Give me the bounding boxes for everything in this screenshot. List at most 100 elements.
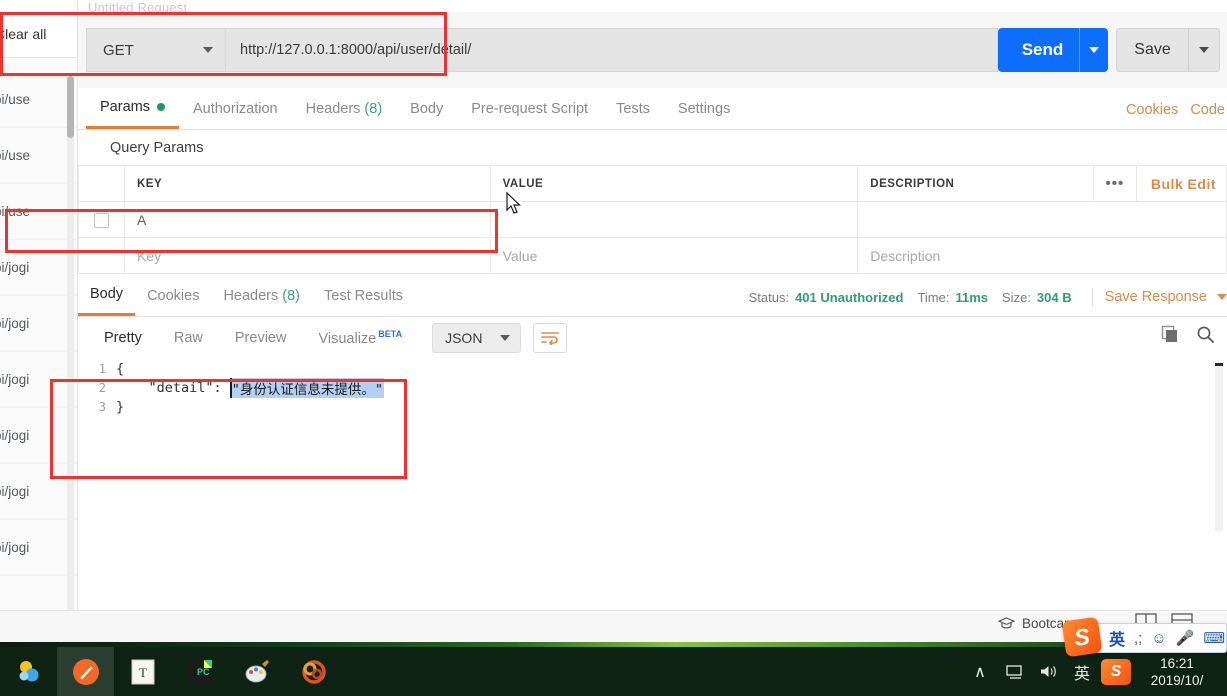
view-tab-preview[interactable]: Preview <box>219 330 303 346</box>
tab-params[interactable]: Params <box>86 88 179 129</box>
response-tab-body[interactable]: Body <box>78 275 136 316</box>
param-key-input[interactable]: A <box>123 201 491 238</box>
list-item[interactable]: pi/jogi <box>0 240 77 296</box>
app-icon-postman[interactable] <box>57 647 114 696</box>
response-tab-headers-count: (8) <box>282 287 300 304</box>
code-text: } <box>116 398 125 415</box>
bulk-edit-link[interactable]: Bulk Edit <box>1137 176 1226 192</box>
response-tab-bar: Body Cookies Headers (8) Test Results St… <box>78 279 1227 317</box>
word-wrap-icon[interactable] <box>533 323 568 353</box>
chevron-down-icon[interactable] <box>1217 294 1227 300</box>
list-item[interactable]: pi/jogi <box>0 464 77 520</box>
tab-settings[interactable]: Settings <box>664 88 744 129</box>
request-tab-bar-links: Cookies Code <box>1126 102 1227 118</box>
copy-glyph <box>1161 325 1177 342</box>
chevron-down-icon <box>1199 47 1209 53</box>
url-input[interactable]: http://127.0.0.1:8000/api/user/detail/ <box>225 28 998 72</box>
app-icon-pycharm[interactable]: PC <box>171 647 228 696</box>
table-row[interactable]: A <box>78 201 1227 238</box>
copy-icon[interactable] <box>1161 325 1180 349</box>
param-description-input[interactable] <box>857 201 1227 238</box>
param-value-input[interactable] <box>489 201 859 238</box>
list-item[interactable]: pi/jogi <box>0 296 77 352</box>
tab-authorization[interactable]: Authorization <box>179 88 292 129</box>
response-body-viewer[interactable]: 1 { 2 "detail": "身份认证信息未提供。" 3 } <box>78 359 1227 535</box>
view-tab-visualize[interactable]: Visualize BETA <box>302 329 418 347</box>
list-item[interactable]: pi/use <box>0 128 77 184</box>
http-method-label: GET <box>103 41 134 59</box>
http-method-select[interactable]: GET <box>86 28 225 72</box>
response-tab-test-results-label: Test Results <box>324 287 403 304</box>
row-checkbox-cell <box>78 237 125 274</box>
app-icon-paint[interactable] <box>228 647 285 696</box>
code-line: 3 } <box>78 397 1227 416</box>
typora-glyph: T <box>131 659 154 684</box>
pycharm-glyph: PC <box>187 659 212 684</box>
checkbox-icon[interactable] <box>93 212 109 228</box>
tab-pre-request-script[interactable]: Pre-request Script <box>457 88 602 129</box>
response-tab-test-results[interactable]: Test Results <box>312 275 415 316</box>
status-label: Status: <box>748 289 790 305</box>
code-link[interactable]: Code <box>1190 102 1225 118</box>
tray-chevron-up-icon[interactable]: ∧ <box>963 647 997 696</box>
svg-text:PC: PC <box>197 667 210 677</box>
send-options-button[interactable] <box>1080 47 1108 53</box>
list-item[interactable]: pi/jogi <box>0 408 77 464</box>
params-active-dot-icon <box>156 103 165 111</box>
tab-headers-label: Headers <box>305 100 361 117</box>
view-tab-pretty[interactable]: Pretty <box>88 330 158 346</box>
sidebar-scrollbar-thumb[interactable] <box>67 76 74 138</box>
sidebar-scrollbar[interactable] <box>67 76 74 656</box>
save-options-button[interactable] <box>1189 47 1219 53</box>
save-response-button[interactable]: Save Response <box>1105 289 1207 305</box>
cookies-link[interactable]: Cookies <box>1126 102 1178 118</box>
size-value: 304 B <box>1036 289 1072 305</box>
param-key-input-placeholder[interactable]: Key <box>123 237 491 274</box>
more-options-icon[interactable]: ••• <box>1092 166 1137 201</box>
code-text-selected[interactable]: "身份认证信息未提供。" <box>229 377 385 398</box>
table-row[interactable]: Key Value Description <box>78 237 1227 274</box>
list-item[interactable]: pi/jogi <box>0 520 77 576</box>
history-item-label: pi/jogi <box>0 260 30 275</box>
emoji-icon[interactable]: ☺ <box>1151 630 1166 647</box>
code-scrollbar[interactable] <box>1215 363 1223 531</box>
punctuation-icon[interactable]: ,; <box>1134 630 1142 647</box>
graduation-cap-icon <box>998 617 1015 629</box>
param-description-input-placeholder[interactable]: Description <box>857 237 1227 274</box>
list-item[interactable]: pi/use <box>0 72 77 128</box>
tab-body[interactable]: Body <box>396 88 457 129</box>
response-tab-headers[interactable]: Headers (8) <box>211 275 312 316</box>
tab-headers[interactable]: Headers (8) <box>292 88 397 129</box>
tray-sogou-ime-icon[interactable]: S <box>1099 647 1133 696</box>
view-tab-raw[interactable]: Raw <box>158 330 219 346</box>
clock-date: 2019/10/ <box>1150 672 1204 688</box>
app-icon-skype[interactable] <box>0 647 57 696</box>
code-scrollbar-thumb[interactable] <box>1215 363 1223 366</box>
taskbar-clock[interactable]: 16:21 2019/10/ <box>1133 647 1221 696</box>
list-item[interactable]: pi/use <box>0 184 77 240</box>
save-button[interactable]: Save <box>1116 28 1220 72</box>
line-number: 1 <box>98 361 106 376</box>
save-label: Save <box>1134 41 1171 58</box>
list-item[interactable]: pi/jogi <box>0 352 77 408</box>
response-format-select[interactable]: JSON <box>432 323 522 353</box>
network-glyph <box>1005 665 1022 679</box>
sogou-ime-icon[interactable]: S <box>1061 616 1103 658</box>
keyboard-icon[interactable]: ⌨ <box>1203 629 1225 647</box>
volume-icon[interactable] <box>1031 647 1065 696</box>
clear-all-button[interactable]: Clear all <box>0 0 77 58</box>
row-checkbox-cell[interactable] <box>78 201 125 238</box>
divider <box>1091 288 1093 306</box>
app-icon-typora[interactable]: T <box>114 647 171 696</box>
microphone-icon[interactable]: 🎤 <box>1176 629 1195 647</box>
column-header-description: DESCRIPTION ••• Bulk Edit <box>857 165 1227 202</box>
response-tab-cookies[interactable]: Cookies <box>135 275 211 316</box>
tab-tests[interactable]: Tests <box>602 88 664 129</box>
app-icon-browser[interactable] <box>285 647 342 696</box>
param-value-input-placeholder[interactable]: Value <box>489 237 859 274</box>
search-icon[interactable] <box>1196 325 1215 349</box>
network-icon[interactable] <box>997 647 1031 696</box>
response-view-actions <box>1161 325 1215 349</box>
ime-language-toggle[interactable]: 英 <box>1109 626 1125 650</box>
send-button[interactable]: Send <box>998 28 1108 72</box>
